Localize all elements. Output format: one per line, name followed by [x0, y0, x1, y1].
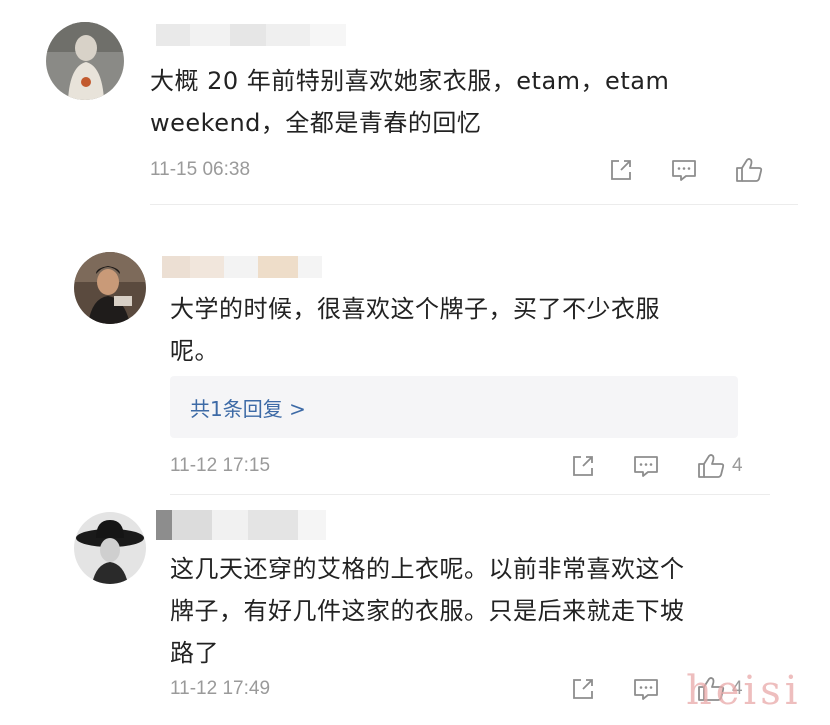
like-count: 4 — [732, 455, 743, 476]
divider — [170, 494, 770, 495]
comment-text: 大概 20 年前特别喜欢她家衣服，etam，etam weekend，全都是青春… — [150, 67, 670, 137]
share-icon — [573, 679, 593, 699]
avatar[interactable] — [74, 252, 146, 324]
comment-card: 这几天还穿的艾格的上衣呢。以前非常喜欢这个 牌子，有好几件这家的衣服。只是后来就… — [56, 500, 770, 725]
avatar[interactable] — [46, 22, 124, 100]
comment-timestamp: 11-12 17:15 — [170, 455, 271, 476]
comment-card: 大学的时候，很喜欢这个牌子，买了不少衣服 呢。 共1条回复 > 11-12 17… — [56, 240, 770, 496]
comment-timestamp: 11-12 17:49 — [170, 678, 271, 699]
thumbs-up-icon — [698, 454, 725, 478]
divider — [150, 204, 798, 205]
avatar[interactable] — [74, 512, 146, 584]
comment-icon — [672, 160, 696, 181]
share-icon — [573, 456, 593, 476]
view-replies-link[interactable]: 共1条回复 > — [190, 393, 306, 422]
comment-icon — [634, 456, 658, 477]
username-redacted — [162, 256, 322, 278]
reply-button[interactable] — [670, 157, 698, 183]
comment-icon — [634, 679, 658, 700]
view-replies-button[interactable]: 共1条回复 > — [170, 376, 738, 438]
comment-text: 大学的时候，很喜欢这个牌子，买了不少衣服 呢。 — [170, 295, 660, 365]
watermark: heisi — [686, 668, 802, 714]
comment-actions: 4 — [570, 452, 743, 480]
like-button[interactable]: 4 — [696, 452, 743, 480]
thumbs-up-icon — [736, 158, 763, 182]
share-button[interactable] — [570, 453, 596, 479]
reply-button[interactable] — [632, 676, 660, 702]
like-button[interactable] — [734, 156, 764, 184]
comment-card: 大概 20 年前特别喜欢她家衣服，etam，etam weekend，全都是青春… — [28, 0, 798, 206]
username-redacted — [156, 510, 326, 540]
comment-timestamp: 11-15 06:38 — [150, 159, 251, 180]
share-icon — [611, 160, 631, 180]
username-redacted — [156, 24, 346, 46]
share-button[interactable] — [608, 157, 634, 183]
reply-button[interactable] — [632, 453, 660, 479]
comment-actions — [608, 156, 764, 184]
share-button[interactable] — [570, 676, 596, 702]
comment-text: 这几天还穿的艾格的上衣呢。以前非常喜欢这个 牌子，有好几件这家的衣服。只是后来就… — [170, 555, 685, 667]
